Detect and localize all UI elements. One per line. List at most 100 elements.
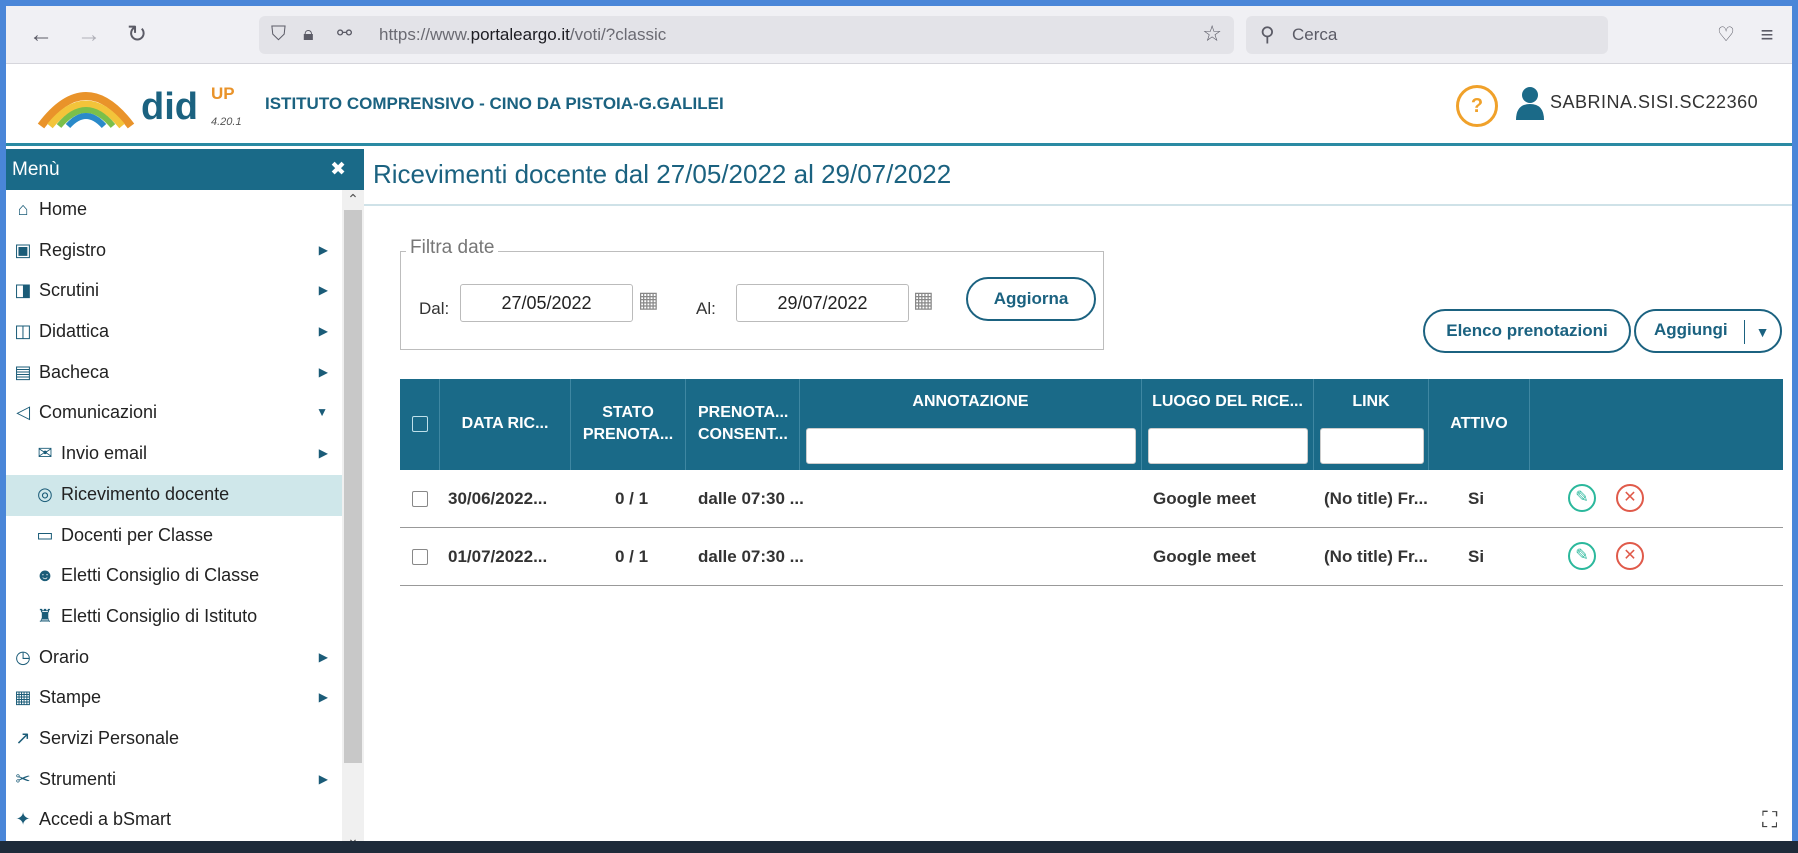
- column-header-link[interactable]: LINK: [1314, 379, 1429, 470]
- sidebar-item-home[interactable]: ⌂ Home: [6, 190, 342, 231]
- help-button[interactable]: ?: [1456, 85, 1498, 127]
- didup-logo-icon[interactable]: [36, 76, 136, 132]
- sidebar-item-registro[interactable]: ▣ Registro ▶: [6, 231, 342, 272]
- luogo-filter-input[interactable]: [1148, 428, 1308, 464]
- sidebar-item-stampe[interactable]: ▦ Stampe ▶: [6, 678, 342, 719]
- add-split-button: Aggiungi ▼: [1634, 309, 1782, 353]
- sidebar-item-invio-email[interactable]: ✉ Invio email ▶: [6, 434, 342, 475]
- scroll-up-icon[interactable]: ⌃: [342, 190, 364, 208]
- url-path: /voti/?classic: [569, 25, 667, 44]
- column-header-luogo[interactable]: LUOGO DEL RICE...: [1142, 379, 1314, 470]
- sidebar-item-label: Invio email: [61, 443, 148, 464]
- sidebar-item-label: Strumenti: [39, 768, 117, 789]
- sidebar-item-bsmart[interactable]: ✦ Accedi a bSmart: [6, 800, 342, 841]
- close-menu-icon[interactable]: ✖: [330, 158, 346, 181]
- to-date-input[interactable]: 29/07/2022: [736, 284, 909, 322]
- calendar-icon[interactable]: ▦: [638, 287, 668, 315]
- calendar-icon[interactable]: ▦: [913, 287, 943, 315]
- back-icon[interactable]: ←: [26, 20, 56, 50]
- title-divider: [364, 204, 1792, 206]
- cell-link[interactable]: (No title) Fr...: [1324, 489, 1428, 509]
- school-name: ISTITUTO COMPRENSIVO - CINO DA PISTOIA-G…: [265, 94, 724, 113]
- url-domain: portaleargo.it: [470, 25, 570, 44]
- cell-data: 30/06/2022...: [448, 489, 548, 508]
- column-label: ANNOTAZIONE: [912, 393, 1029, 410]
- sidebar-item-label: Servizi Personale: [39, 727, 180, 748]
- forward-icon[interactable]: →: [74, 20, 104, 50]
- select-all-header: [400, 379, 440, 470]
- logo-text: did: [141, 86, 198, 128]
- cell-link[interactable]: (No title) Fr...: [1324, 547, 1428, 567]
- sidebar-menu: Menù ✖ ⌂ Home ▣ Registro ▶ ◨ Scrutini ▶ ◫ Dida…: [6, 149, 364, 847]
- select-all-checkbox[interactable]: [412, 416, 428, 432]
- reload-icon[interactable]: ↻: [122, 20, 152, 50]
- logo-up: UP: [211, 84, 235, 103]
- sidebar-item-label: Home: [39, 199, 88, 219]
- pocket-icon[interactable]: ♡: [1711, 20, 1741, 50]
- delete-icon[interactable]: ✕: [1616, 542, 1644, 570]
- sidebar-item-strumenti[interactable]: ✂ Strumenti ▶: [6, 760, 342, 801]
- edit-icon[interactable]: ✎: [1568, 484, 1596, 512]
- link-filter-input[interactable]: [1320, 428, 1424, 464]
- column-header-prenota[interactable]: PRENOTA... CONSENT...: [686, 379, 800, 470]
- edit-icon[interactable]: ✎: [1568, 542, 1596, 570]
- sidebar-scrollbar[interactable]: ⌃ ⌄: [342, 190, 364, 847]
- tools-icon: ✂: [15, 768, 31, 789]
- sidebar-item-docenti-per-classe[interactable]: ▭ Docenti per Classe: [6, 516, 342, 557]
- sidebar-item-comunicazioni[interactable]: ◁ Comunicazioni ▼: [6, 393, 342, 434]
- column-header-data[interactable]: DATA RIC...: [440, 379, 571, 470]
- column-header-stato[interactable]: STATO PRENOTA...: [571, 379, 686, 470]
- refresh-button[interactable]: Aggiorna: [966, 277, 1096, 321]
- browser-window: ← → ↻ ⛉ 🔒︎ ⚯ https://www.portaleargo.it/…: [6, 6, 1792, 847]
- users-icon: ☻: [35, 565, 55, 586]
- calendar-check-icon: ▣: [14, 239, 32, 260]
- search-bar[interactable]: ⚲ Cerca: [1246, 16, 1608, 54]
- filter-legend: Filtra date: [406, 237, 499, 259]
- external-link-icon: ↗: [15, 727, 31, 748]
- delete-icon[interactable]: ✕: [1616, 484, 1644, 512]
- sidebar-item-bacheca[interactable]: ▤ Bacheca ▶: [6, 353, 342, 394]
- sidebar-item-eletti-consiglio-istituto[interactable]: ♜ Eletti Consiglio di Istituto: [6, 597, 342, 638]
- search-icon: ⚲: [1260, 24, 1275, 46]
- envelope-icon: ✉: [37, 443, 53, 464]
- address-bar[interactable]: ⛉ 🔒︎ ⚯ https://www.portaleargo.it/voti/?…: [259, 16, 1234, 54]
- table-row[interactable]: 01/07/2022... 0 / 1 dalle 07:30 ... Goog…: [400, 528, 1783, 586]
- document-icon: ◨: [14, 280, 32, 301]
- sidebar-item-label: Bacheca: [39, 361, 110, 382]
- sidebar-item-orario[interactable]: ◷ Orario ▶: [6, 638, 342, 679]
- column-label: DATA RIC...: [461, 415, 549, 432]
- column-header-attivo[interactable]: ATTIVO: [1429, 379, 1530, 470]
- sidebar-item-servizi-personale[interactable]: ↗ Servizi Personale: [6, 719, 342, 760]
- sidebar-item-label: Eletti Consiglio di Istituto: [61, 605, 258, 626]
- from-date-input[interactable]: 27/05/2022: [460, 284, 633, 322]
- page-title: Ricevimenti docente dal 27/05/2022 al 29…: [373, 159, 952, 189]
- cell-luogo: Google meet: [1153, 547, 1256, 566]
- url-text[interactable]: https://www.portaleargo.it/voti/?classic: [379, 25, 666, 45]
- fullscreen-icon[interactable]: ⛶: [1762, 807, 1788, 833]
- add-button[interactable]: Aggiungi: [1654, 320, 1728, 340]
- table-row[interactable]: 30/06/2022... 0 / 1 dalle 07:30 ... Goog…: [400, 470, 1783, 528]
- sidebar-item-label: Accedi a bSmart: [39, 809, 172, 830]
- sidebar-item-scrutini[interactable]: ◨ Scrutini ▶: [6, 271, 342, 312]
- column-header-annotazione[interactable]: ANNOTAZIONE: [800, 379, 1142, 470]
- sidebar-item-didattica[interactable]: ◫ Didattica ▶: [6, 312, 342, 353]
- bookmark-star-icon[interactable]: ☆: [1202, 21, 1222, 47]
- annotazione-filter-input[interactable]: [806, 428, 1136, 464]
- scroll-thumb[interactable]: [344, 210, 362, 763]
- hamburger-menu-icon[interactable]: ≡: [1752, 20, 1782, 50]
- column-header-actions: [1530, 379, 1783, 470]
- row-checkbox[interactable]: [412, 549, 428, 565]
- user-icon[interactable]: [1516, 86, 1544, 120]
- sidebar-item-eletti-consiglio-classe[interactable]: ☻ Eletti Consiglio di Classe: [6, 556, 342, 597]
- printer-icon: ▦: [14, 687, 32, 708]
- bookings-list-button[interactable]: Elenco prenotazioni: [1423, 309, 1631, 353]
- column-label: CONSENT...: [698, 426, 788, 443]
- app-header: did UP 4.20.1 ISTITUTO COMPRENSIVO - CIN…: [6, 64, 1792, 146]
- row-checkbox[interactable]: [412, 491, 428, 507]
- caret-down-icon[interactable]: ▼: [1744, 320, 1780, 344]
- user-name[interactable]: SABRINA.SISI.SC22360: [1550, 92, 1758, 113]
- sidebar-item-ricevimento-docente[interactable]: ◎ Ricevimento docente: [6, 474, 342, 516]
- cell-attivo: Si: [1468, 547, 1485, 566]
- to-label: Al:: [696, 299, 716, 318]
- chevron-right-icon: ▶: [318, 364, 328, 379]
